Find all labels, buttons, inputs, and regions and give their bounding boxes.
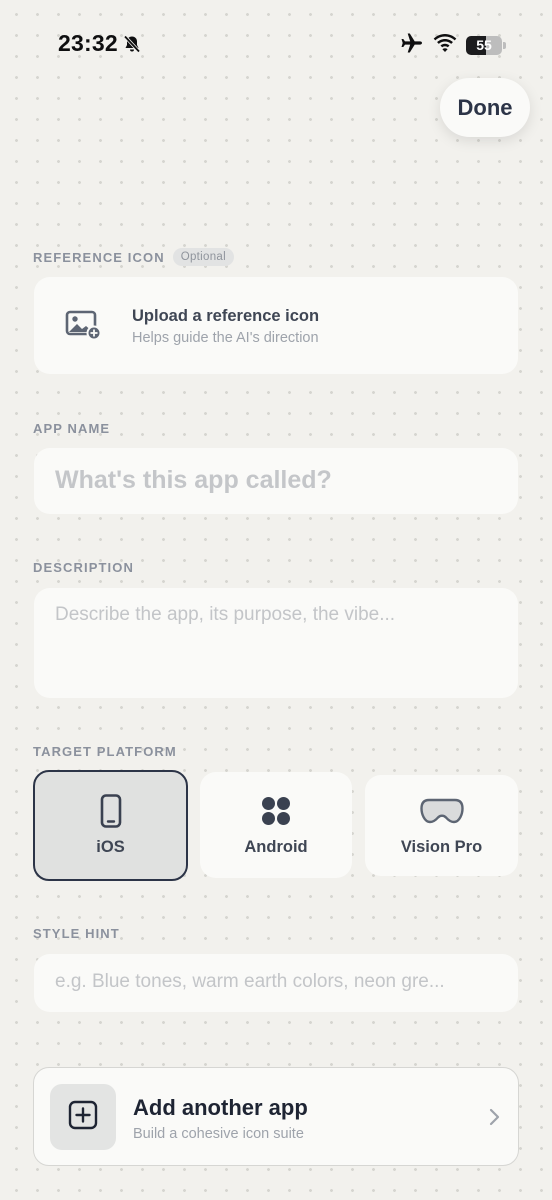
platform-label-ios: iOS <box>96 838 125 856</box>
reference-icon-label-text: REFERENCE ICON <box>33 249 165 265</box>
description-label: DESCRIPTION <box>33 560 134 575</box>
done-button[interactable]: Done <box>440 78 530 137</box>
android-grid-icon <box>261 794 291 828</box>
optional-badge: Optional <box>172 248 234 266</box>
reference-icon-label: REFERENCE ICON Optional <box>33 248 234 266</box>
add-another-app-button[interactable]: Add another app Build a cohesive icon su… <box>33 1067 519 1166</box>
image-add-icon <box>65 310 103 345</box>
app-name-input[interactable] <box>55 466 495 495</box>
plus-square-icon <box>68 1100 98 1135</box>
time-text: 23:32 <box>58 30 118 56</box>
platform-option-ios[interactable]: iOS <box>33 770 188 881</box>
bell-slash-icon <box>122 34 142 54</box>
target-platform-label: TARGET PLATFORM <box>33 744 177 759</box>
platform-label-vision-pro: Vision Pro <box>400 838 483 856</box>
battery-level: 55 <box>476 37 492 53</box>
platform-label-android: Android <box>244 837 308 856</box>
chevron-right-icon <box>488 1108 500 1131</box>
platform-option-vision-pro[interactable]: Vision Pro <box>365 775 518 876</box>
iphone-icon <box>100 794 122 828</box>
add-app-title: Add another app <box>133 1095 308 1120</box>
style-hint-label: STYLE HINT <box>33 926 120 941</box>
style-hint-input[interactable] <box>55 971 505 993</box>
wifi-icon <box>433 33 457 58</box>
upload-reference-icon-button[interactable]: Upload a reference icon Helps guide the … <box>34 277 518 374</box>
vision-pro-icon <box>419 794 464 828</box>
platform-option-android[interactable]: Android <box>200 772 352 878</box>
status-time: 23:32 <box>58 30 142 57</box>
upload-title: Upload a reference icon <box>132 307 320 325</box>
battery-icon: 55 <box>466 36 506 55</box>
app-name-card <box>34 448 518 514</box>
add-icon-tile <box>50 1084 116 1150</box>
add-app-subtitle: Build a cohesive icon suite <box>133 1126 304 1142</box>
status-bar: 23:32 55 <box>0 0 552 90</box>
description-card <box>34 588 518 698</box>
description-input[interactable] <box>55 604 505 684</box>
app-name-label: APP NAME <box>33 421 111 436</box>
style-hint-card <box>34 954 518 1012</box>
upload-subtitle: Helps guide the AI's direction <box>132 330 319 346</box>
status-icons: 55 <box>400 32 506 59</box>
airplane-icon <box>400 32 424 59</box>
